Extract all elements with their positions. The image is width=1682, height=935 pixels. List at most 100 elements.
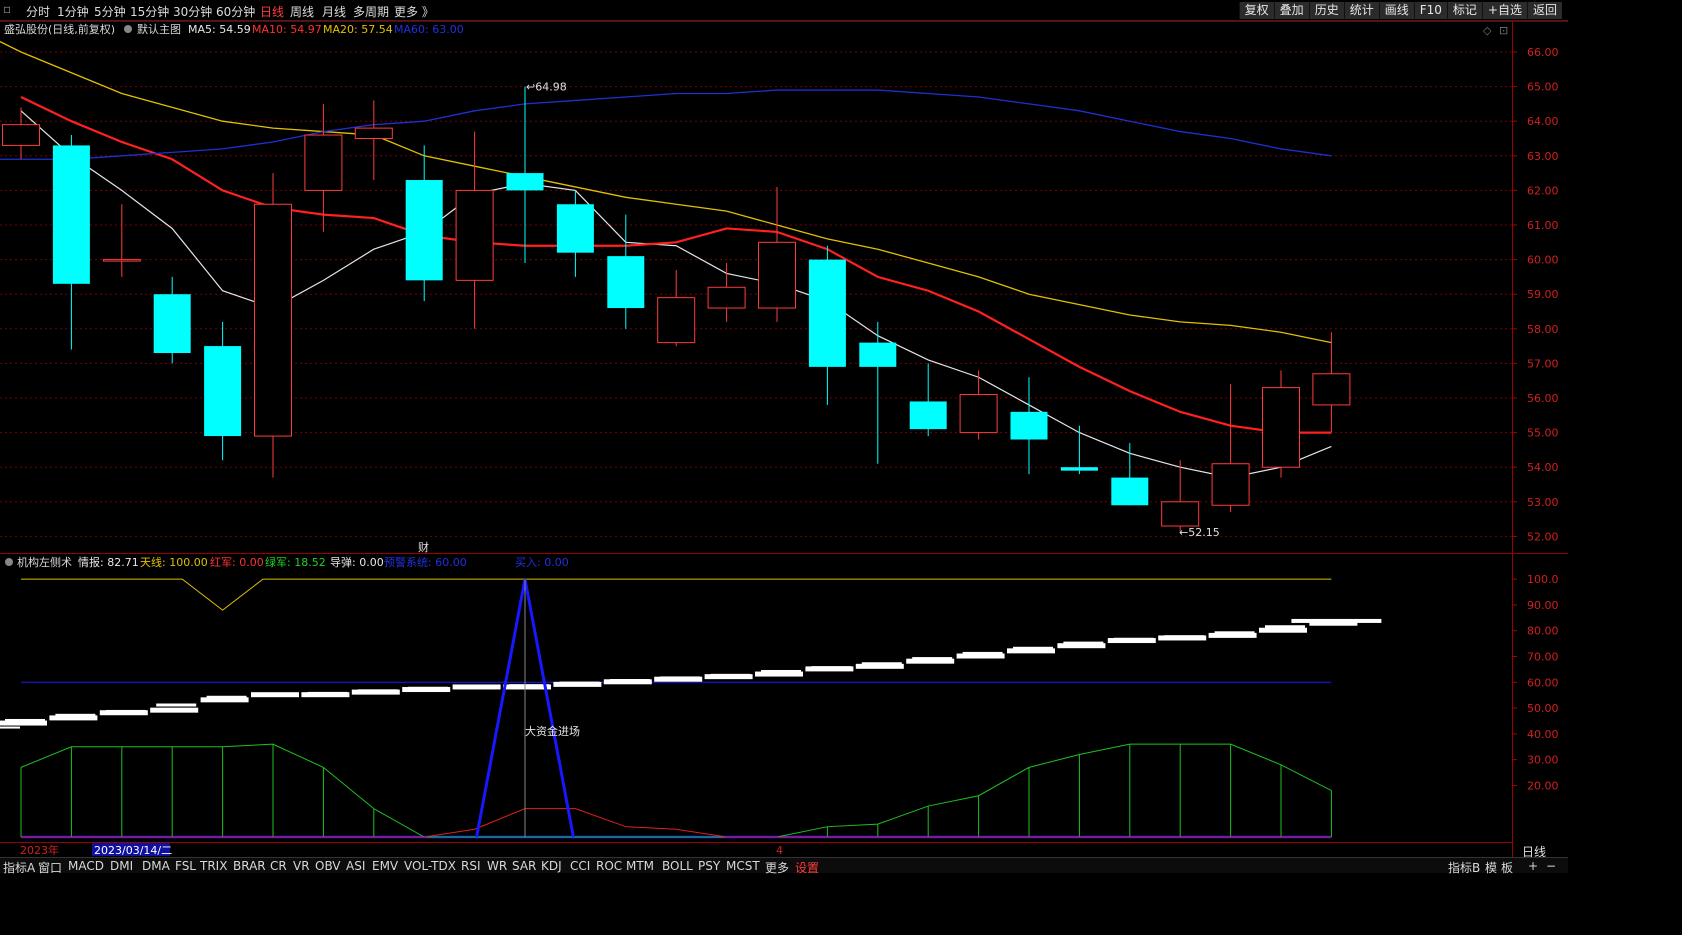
candle xyxy=(1262,370,1300,478)
candle xyxy=(405,145,443,302)
qingbao-block xyxy=(408,686,449,690)
qingbao-value: 情报: 82.71 xyxy=(78,555,139,569)
brar-tab[interactable]: BRAR xyxy=(233,859,266,873)
main-ytick-label: 54.00 xyxy=(1527,461,1559,474)
period-tab-fenshi[interactable]: 分时 xyxy=(26,3,50,20)
wr-tab[interactable]: WR xyxy=(487,859,507,873)
qingbao-block xyxy=(1013,646,1053,650)
indicator-ytick-label: 70.00 xyxy=(1527,651,1559,664)
stats-button[interactable]: 统计 xyxy=(1343,2,1379,19)
ma5-value: MA5: 54.59 xyxy=(188,23,251,36)
indicator-settings-icon[interactable] xyxy=(5,558,13,566)
window-icon[interactable]: ▫ xyxy=(3,2,11,16)
qingbao-block xyxy=(458,685,499,689)
trix-tab[interactable]: TRIX xyxy=(200,859,227,873)
qingbao-block xyxy=(609,679,650,683)
vol-tdx-tab[interactable]: VOL-TDX xyxy=(404,859,456,873)
mcst-tab[interactable]: MCST xyxy=(726,859,760,873)
emv-tab[interactable]: EMV xyxy=(372,859,398,873)
template-tab-1[interactable]: 模 xyxy=(1485,859,1497,876)
mark-button[interactable]: 标记 xyxy=(1446,2,1482,19)
qingbao-block xyxy=(1164,635,1205,639)
zoom-in-button[interactable]: + xyxy=(1528,859,1538,873)
candle-body xyxy=(1211,463,1250,506)
macd-tab[interactable]: MACD xyxy=(68,859,104,873)
indicator-b-tab[interactable]: 指标B xyxy=(1448,859,1480,876)
cci-tab[interactable]: CCI xyxy=(570,859,590,873)
toolbar-buttons: 复权 叠加 历史 统计 画线 F10 标记 +自选 返回 xyxy=(1238,2,1562,19)
fuquan-button[interactable]: 复权 xyxy=(1238,2,1274,19)
indicator-ytick-label: 60.00 xyxy=(1527,676,1559,689)
qingbao-block xyxy=(962,651,1003,655)
mtm-tab[interactable]: MTM xyxy=(626,859,654,873)
candle-body xyxy=(52,145,90,284)
sar-tab[interactable]: SAR xyxy=(512,859,536,873)
stock-name: 盛弘股份(日线,前复权) xyxy=(4,22,115,36)
candle xyxy=(506,86,544,264)
settings-tab[interactable]: 设置 xyxy=(795,859,819,876)
back-button[interactable]: 返回 xyxy=(1526,2,1562,19)
f10-button[interactable]: F10 xyxy=(1413,2,1447,19)
candle-body xyxy=(1111,477,1149,506)
chart-area[interactable]: 盛弘股份(日线,前复权) 默认主图 MA5: 54.59 MA10: 54.97… xyxy=(0,21,1568,857)
zoom-out-button[interactable]: − xyxy=(1546,859,1556,873)
window-tab[interactable]: 窗口 xyxy=(38,859,62,876)
yujing-value: 预警系统: 60.00 xyxy=(384,555,467,569)
candle-body xyxy=(707,286,746,309)
period-tab-30min[interactable]: 30分钟 xyxy=(173,3,212,20)
indicator-name: 机构左侧术 xyxy=(17,555,72,569)
vr-tab[interactable]: VR xyxy=(293,859,310,873)
add-watchlist-button[interactable]: +自选 xyxy=(1481,2,1527,19)
pane-diamond-icon[interactable]: ◇ xyxy=(1483,24,1492,37)
draw-button[interactable]: 画线 xyxy=(1378,2,1414,19)
period-tab-5min[interactable]: 5分钟 xyxy=(94,3,126,20)
obv-tab[interactable]: OBV xyxy=(315,859,341,873)
period-tab-weekly[interactable]: 周线 xyxy=(290,3,314,20)
dma-tab[interactable]: DMA xyxy=(142,859,170,873)
candle-body xyxy=(808,259,846,367)
psy-tab[interactable]: PSY xyxy=(698,859,720,873)
main-yaxis: 66.00 65.00 64.00 63.00 62.00 61.00 60.00 59.00… xyxy=(1512,46,1559,543)
period-tab-15min[interactable]: 15分钟 xyxy=(130,3,169,20)
period-tab-1min[interactable]: 1分钟 xyxy=(57,3,89,20)
dmi-tab[interactable]: DMI xyxy=(110,859,133,873)
period-tab-monthly[interactable]: 月线 xyxy=(322,3,346,20)
indicator-ytick-label: 80.00 xyxy=(1527,625,1559,638)
candle-body xyxy=(2,124,40,146)
qingbao-block xyxy=(1259,627,1307,633)
candle xyxy=(607,214,645,329)
indicator-a-tab[interactable]: 指标A xyxy=(3,859,35,876)
indicator-legend: 机构左侧术 情报: 82.71 天线: 100.00 红军: 0.00 绿军: … xyxy=(5,555,569,569)
qingbao-block xyxy=(357,689,398,693)
rsi-tab[interactable]: RSI xyxy=(461,859,481,873)
main-ytick-label: 55.00 xyxy=(1527,427,1559,440)
period-tab-multi[interactable]: 多周期 xyxy=(353,3,389,20)
main-chart-label: 默认主图 xyxy=(137,23,181,36)
history-button[interactable]: 历史 xyxy=(1308,2,1344,19)
period-tab-daily[interactable]: 日线 xyxy=(260,3,284,20)
main-ytick-label: 64.00 xyxy=(1527,115,1559,128)
qingbao-block xyxy=(811,666,852,670)
qingbao-block xyxy=(105,709,146,713)
candle xyxy=(859,321,897,464)
period-tab-more[interactable]: 更多 》 xyxy=(394,3,434,20)
cr-tab[interactable]: CR xyxy=(270,859,287,873)
more-tab[interactable]: 更多 xyxy=(765,859,789,876)
pane-expand-icon[interactable]: ⊡ xyxy=(1499,24,1508,37)
asi-tab[interactable]: ASI xyxy=(346,859,365,873)
overlay-button[interactable]: 叠加 xyxy=(1273,2,1309,19)
template-tab-2[interactable]: 板 xyxy=(1501,859,1513,876)
main-ytick-label: 58.00 xyxy=(1527,323,1559,336)
candle-body xyxy=(607,256,645,309)
indicator-tabbar: 指标A 窗口 MACD DMI DMA FSL TRIX BRAR CR VR … xyxy=(0,857,1568,876)
high-label: ↩64.98 xyxy=(526,81,567,94)
fsl-tab[interactable]: FSL xyxy=(175,859,196,873)
kdj-tab[interactable]: KDJ xyxy=(541,859,562,873)
period-tab-60min[interactable]: 60分钟 xyxy=(216,3,255,20)
candle xyxy=(808,245,846,405)
boll-tab[interactable]: BOLL xyxy=(662,859,693,873)
finance-marker[interactable]: 财 xyxy=(418,540,429,554)
settings-icon[interactable] xyxy=(124,25,132,33)
candle-body xyxy=(758,241,796,309)
roc-tab[interactable]: ROC xyxy=(596,859,622,873)
